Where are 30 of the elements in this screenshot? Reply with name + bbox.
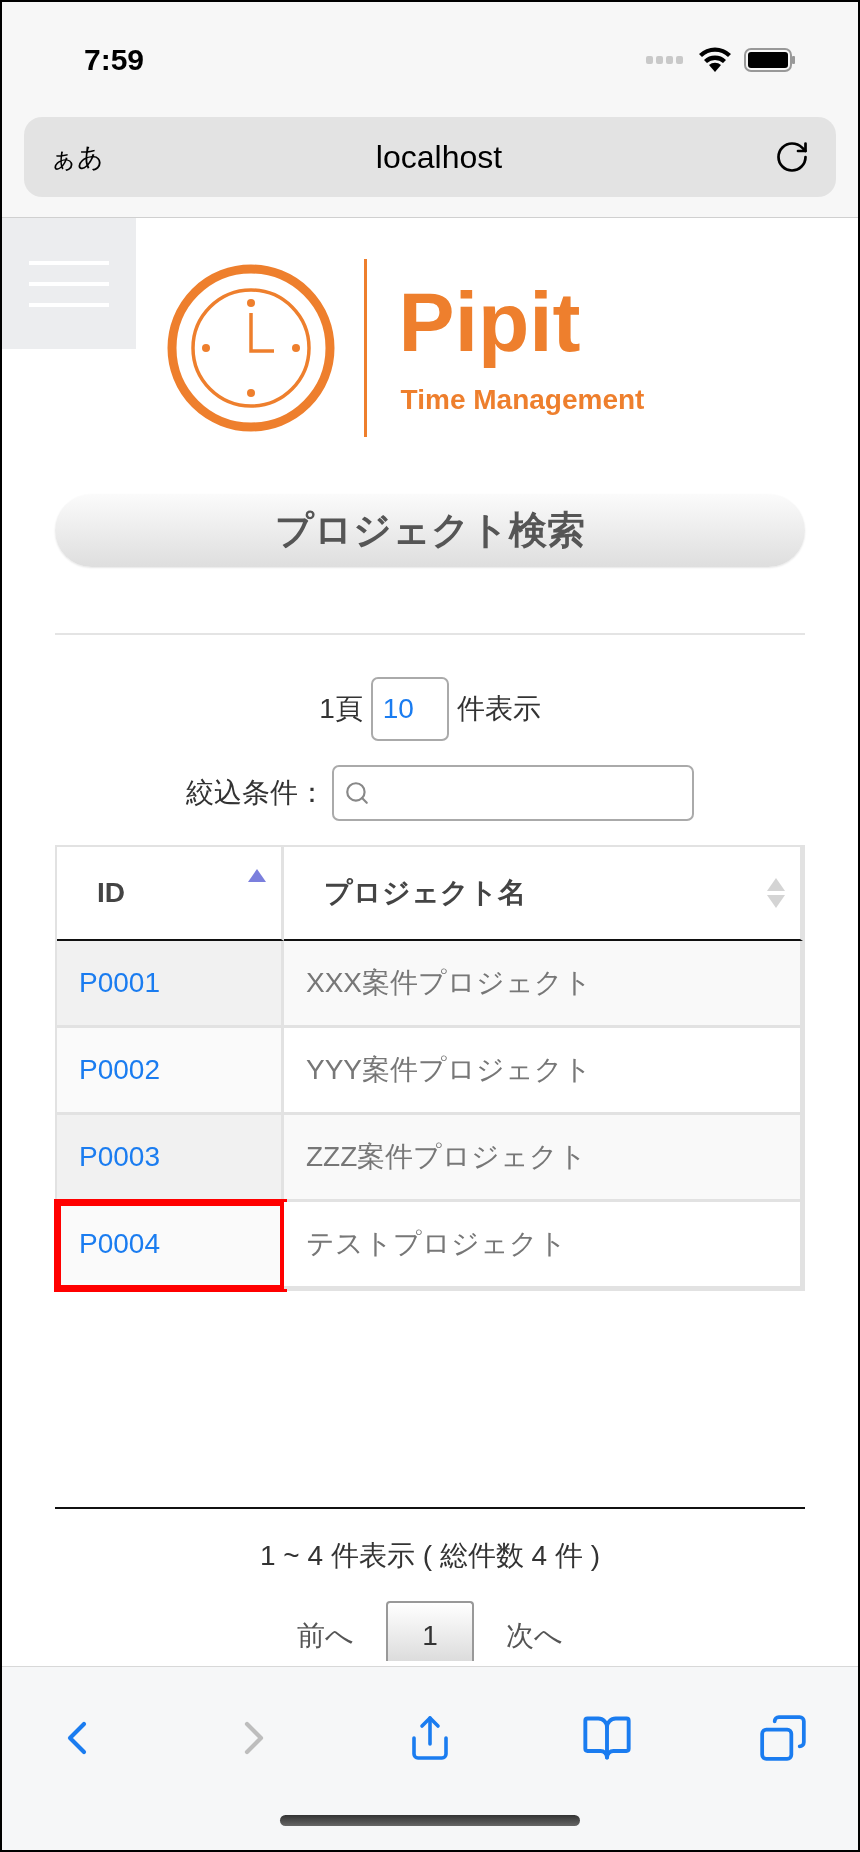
column-title: プロジェクト名 [324,876,526,910]
status-time: 7:59 [84,42,145,77]
page-size-input[interactable]: 10 [370,677,449,741]
filter-label: 絞込条件： [186,776,326,810]
project-id-link[interactable]: P0003 [79,1141,160,1173]
logo-tagline: Time Management [400,384,645,416]
signal-icon [646,54,686,65]
address-text[interactable]: localhost [375,138,503,176]
search-field[interactable] [332,765,694,821]
page-button[interactable]: 1 [386,1601,474,1661]
next-link[interactable]: 次へ [506,1617,563,1655]
project-id-link[interactable]: P0001 [79,967,160,999]
project-name: YYY案件プロジェクト [306,1053,593,1087]
project-name: XXX案件プロジェクト [306,966,593,1000]
page-size-label: 1頁 [319,692,363,726]
battery-icon [744,47,796,72]
previous-link[interactable]: 前へ [297,1617,354,1655]
column-title: ID [97,877,125,909]
project-name: ZZZ案件プロジェクト [306,1140,588,1174]
page-size-label: 件表示 [456,692,541,726]
result-summary: 1 ~ 4 件表示 ( 総件数 4 件 ) [259,1539,601,1573]
reload-icon[interactable] [774,139,810,175]
project-name: テストプロジェクト [306,1227,567,1261]
clock-logo-icon [165,263,336,433]
text-size-button[interactable]: ぁあ [50,139,104,175]
search-icon [344,780,370,806]
page-title: プロジェクト検索 [55,494,805,567]
wifi-icon [698,46,732,73]
project-id-link[interactable]: P0002 [79,1054,160,1086]
project-id-link[interactable]: P0004 [79,1228,160,1260]
